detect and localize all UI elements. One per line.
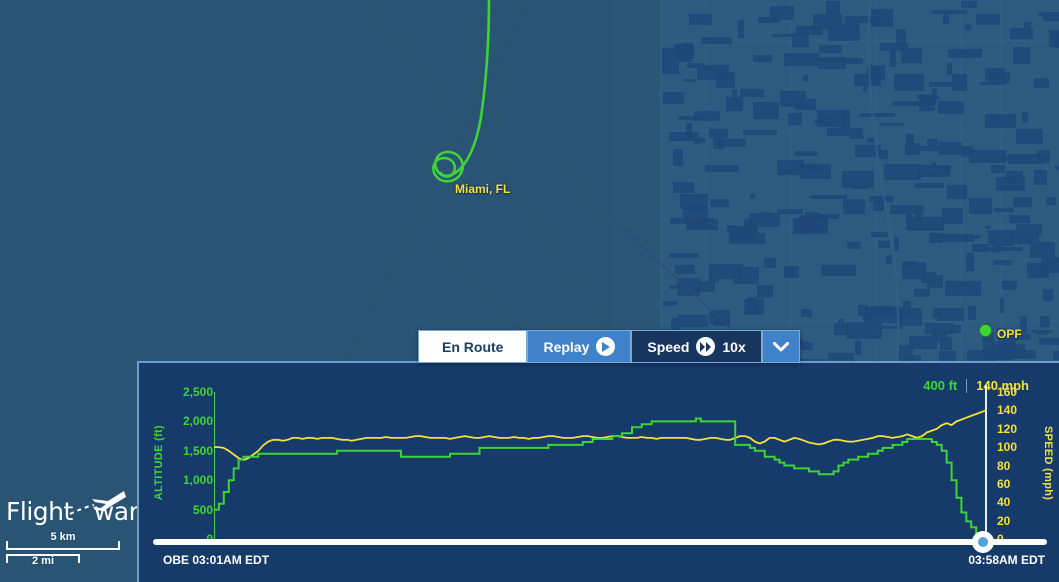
spd-tick: 20 [997, 513, 1011, 528]
map-scale-bar: 5 km 2 mi [6, 531, 120, 572]
alt-tick: 1,500 [182, 443, 213, 458]
readout-altitude: 400 ft [923, 378, 958, 393]
spd-tick: 60 [997, 476, 1011, 491]
speed-button[interactable]: Speed 10x [631, 330, 762, 363]
spd-tick: 120 [997, 421, 1018, 436]
scrubber-handle[interactable] [972, 531, 994, 553]
altitude-axis-title: ALTITUDE (ft) [153, 425, 165, 501]
expand-options-button[interactable] [761, 330, 800, 363]
spd-tick: 80 [997, 458, 1011, 473]
status-badge-enroute[interactable]: En Route [418, 330, 528, 363]
alt-tick: 2,500 [182, 385, 213, 399]
speed-axis-title: SPEED (mph) [1042, 426, 1054, 501]
timeline-track[interactable] [153, 539, 1047, 545]
scrubber-line [985, 385, 987, 539]
alt-tick: 1,000 [182, 473, 213, 488]
replay-label: Replay [543, 338, 590, 355]
flightaware-logo[interactable]: Flight ware [6, 491, 153, 532]
altitude-series-line [214, 417, 986, 539]
readout-divider [966, 378, 968, 393]
timeline-start-label: OBE 03:01AM EDT [163, 553, 270, 567]
speed-axis-ticks: 020406080100120140160 [997, 363, 1031, 582]
airport-marker-opf[interactable] [979, 324, 992, 337]
current-values-readout: 400 ft 140 mph [923, 378, 1029, 393]
scale-label-mi: 2 mi [31, 555, 54, 567]
branding-area: Flight ware 5 km 2 mi [6, 491, 153, 572]
altitude-axis-ticks: 05001,0001,5002,0002,500 [167, 363, 213, 582]
replay-button[interactable]: Replay [527, 330, 632, 363]
alt-tick: 500 [192, 502, 213, 517]
speed-value: 10x [722, 338, 746, 355]
status-label: En Route [442, 338, 504, 355]
fast-forward-icon [696, 337, 716, 356]
speed-series-line [214, 409, 986, 461]
airplane-icon [69, 491, 126, 515]
flight-profile-chart-panel[interactable]: ALTITUDE (ft) SPEED (mph) 05001,0001,500… [137, 361, 1059, 582]
play-icon [596, 337, 616, 356]
spd-tick: 100 [997, 440, 1018, 455]
timeline-end-label: 03:58AM EDT [968, 553, 1045, 567]
alt-tick: 2,000 [182, 414, 213, 429]
chart-plot-area [214, 392, 986, 539]
speed-label: Speed [647, 338, 690, 355]
logo-text-first: Flight [6, 497, 73, 526]
playback-control-bar: En Route Replay Speed 10x [418, 330, 800, 363]
chevron-down-icon [772, 341, 789, 351]
map-label-opf: OPF [997, 327, 1022, 341]
spd-tick: 40 [997, 495, 1011, 510]
spd-tick: 140 [997, 403, 1018, 418]
scale-label-km: 5 km [50, 531, 76, 543]
map-label-miami: Miami, FL [455, 182, 511, 196]
